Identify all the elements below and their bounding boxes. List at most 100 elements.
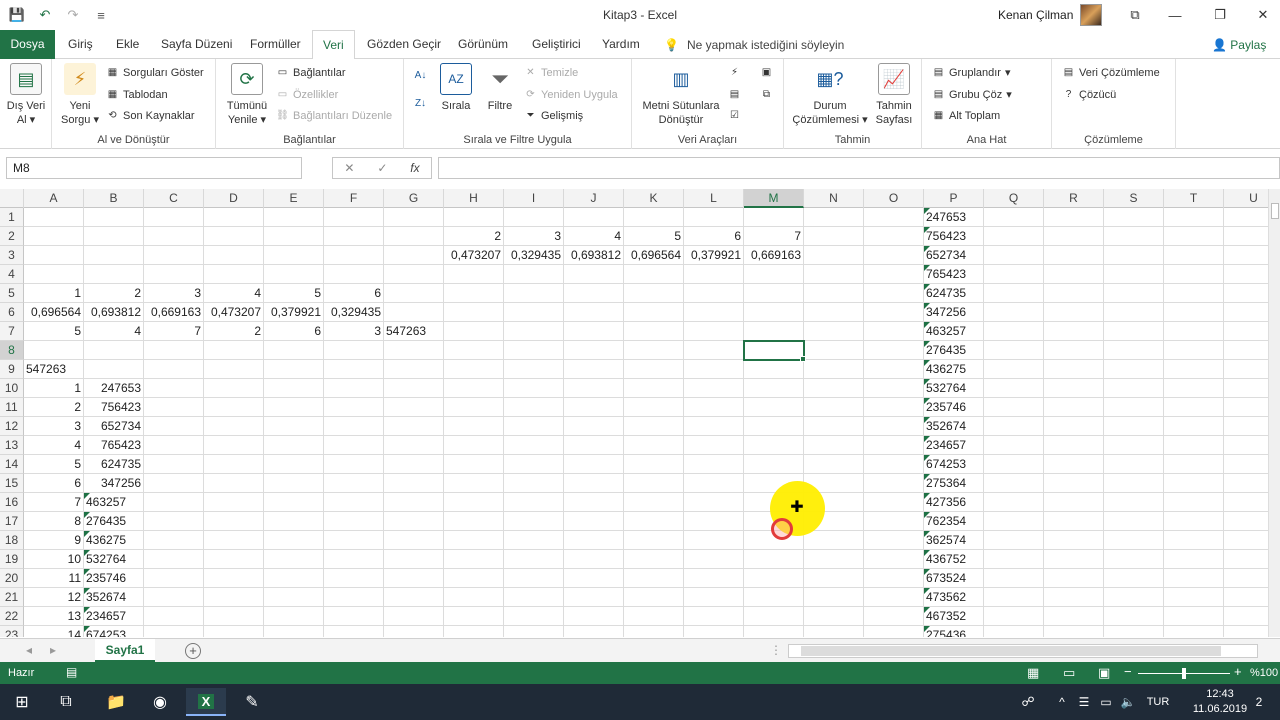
cell-k2[interactable]: 5 bbox=[624, 227, 684, 246]
cell-p23[interactable]: 275436 bbox=[924, 626, 984, 637]
veri-cozumleme-button[interactable]: ▤ Veri Çözümleme bbox=[1062, 66, 1160, 79]
cell-p6[interactable]: 347256 bbox=[924, 303, 984, 322]
row-header-23[interactable]: 23 bbox=[0, 626, 24, 637]
cell-p11[interactable]: 235746 bbox=[924, 398, 984, 417]
error-indicator-icon[interactable] bbox=[924, 341, 930, 347]
cell-p17[interactable]: 762354 bbox=[924, 512, 984, 531]
yeniden-uygula-button[interactable]: ⟳ Yeniden Uygula bbox=[524, 88, 617, 101]
relationships-button[interactable]: ⧉ bbox=[760, 88, 773, 101]
cell-a22[interactable]: 13 bbox=[24, 607, 84, 626]
cell-p10[interactable]: 532764 bbox=[924, 379, 984, 398]
error-indicator-icon[interactable] bbox=[924, 588, 930, 594]
row-header-5[interactable]: 5 bbox=[0, 284, 24, 303]
row-header-16[interactable]: 16 bbox=[0, 493, 24, 512]
column-header-m[interactable]: M bbox=[744, 189, 804, 208]
row-header-10[interactable]: 10 bbox=[0, 379, 24, 398]
column-header-c[interactable]: C bbox=[144, 189, 204, 208]
zoom-level[interactable]: %100 bbox=[1250, 667, 1278, 679]
cell-p21[interactable]: 473562 bbox=[924, 588, 984, 607]
column-header-n[interactable]: N bbox=[804, 189, 864, 208]
cell-b7[interactable]: 4 bbox=[84, 322, 144, 341]
undo-icon[interactable]: ↶ bbox=[36, 6, 54, 24]
row-header-20[interactable]: 20 bbox=[0, 569, 24, 588]
error-indicator-icon[interactable] bbox=[84, 531, 90, 537]
enter-icon[interactable]: ✓ bbox=[377, 161, 387, 175]
row-header-17[interactable]: 17 bbox=[0, 512, 24, 531]
windows-start-icon[interactable]: ⊞ bbox=[2, 688, 42, 716]
clock[interactable]: 12:43 11.06.2019 bbox=[1190, 687, 1250, 717]
row-header-9[interactable]: 9 bbox=[0, 360, 24, 379]
cell-p5[interactable]: 624735 bbox=[924, 284, 984, 303]
cell-p9[interactable]: 436275 bbox=[924, 360, 984, 379]
error-indicator-icon[interactable] bbox=[84, 588, 90, 594]
error-indicator-icon[interactable] bbox=[924, 227, 930, 233]
cell-a11[interactable]: 2 bbox=[24, 398, 84, 417]
row-header-21[interactable]: 21 bbox=[0, 588, 24, 607]
error-indicator-icon[interactable] bbox=[84, 607, 90, 613]
error-indicator-icon[interactable] bbox=[924, 569, 930, 575]
avatar[interactable] bbox=[1080, 4, 1102, 26]
cell-p18[interactable]: 362574 bbox=[924, 531, 984, 550]
cell-p4[interactable]: 765423 bbox=[924, 265, 984, 284]
cell-b16[interactable]: 463257 bbox=[84, 493, 144, 512]
row-header-8[interactable]: 8 bbox=[0, 341, 24, 360]
error-indicator-icon[interactable] bbox=[84, 550, 90, 556]
cell-h2[interactable]: 2 bbox=[444, 227, 504, 246]
error-indicator-icon[interactable] bbox=[924, 208, 930, 214]
row-header-19[interactable]: 19 bbox=[0, 550, 24, 569]
cell-b10[interactable]: 247653 bbox=[84, 379, 144, 398]
page-layout-icon[interactable]: ▭ bbox=[1063, 665, 1075, 681]
cell-p1[interactable]: 247653 bbox=[924, 208, 984, 227]
vertical-scroll-thumb[interactable] bbox=[1271, 203, 1279, 219]
cell-a23[interactable]: 14 bbox=[24, 626, 84, 637]
cell-d5[interactable]: 4 bbox=[204, 284, 264, 303]
cell-f5[interactable]: 6 bbox=[324, 284, 384, 303]
column-header-o[interactable]: O bbox=[864, 189, 924, 208]
tab-split-handle-icon[interactable]: ⋮ bbox=[770, 643, 782, 657]
cell-a16[interactable]: 7 bbox=[24, 493, 84, 512]
error-indicator-icon[interactable] bbox=[924, 607, 930, 613]
tahmin-sayfasi-button[interactable]: 📈 Tahmin Sayfası bbox=[872, 63, 916, 127]
row-header-18[interactable]: 18 bbox=[0, 531, 24, 550]
column-header-d[interactable]: D bbox=[204, 189, 264, 208]
redo-icon[interactable]: ↷ bbox=[64, 6, 82, 24]
column-header-r[interactable]: R bbox=[1044, 189, 1104, 208]
cell-p16[interactable]: 427356 bbox=[924, 493, 984, 512]
dis-veri-al-button[interactable]: ▤ Dış Veri Al ▾ bbox=[4, 63, 48, 127]
cell-b22[interactable]: 234657 bbox=[84, 607, 144, 626]
cell-d7[interactable]: 2 bbox=[204, 322, 264, 341]
tablodan-button[interactable]: ▦ Tablodan bbox=[106, 88, 168, 101]
column-header-j[interactable]: J bbox=[564, 189, 624, 208]
cell-g7[interactable]: 547263 bbox=[384, 322, 444, 341]
error-indicator-icon[interactable] bbox=[924, 322, 930, 328]
chrome-icon[interactable]: ◉ bbox=[140, 688, 180, 716]
yeni-sorgu-button[interactable]: ⚡ Yeni Sorgu ▾ bbox=[58, 63, 102, 127]
row-header-13[interactable]: 13 bbox=[0, 436, 24, 455]
error-indicator-icon[interactable] bbox=[924, 512, 930, 518]
column-header-g[interactable]: G bbox=[384, 189, 444, 208]
cell-a6[interactable]: 0,696564 bbox=[24, 303, 84, 322]
row-header-3[interactable]: 3 bbox=[0, 246, 24, 265]
cell-p3[interactable]: 652734 bbox=[924, 246, 984, 265]
cell-p13[interactable]: 234657 bbox=[924, 436, 984, 455]
row-header-1[interactable]: 1 bbox=[0, 208, 24, 227]
cell-a20[interactable]: 11 bbox=[24, 569, 84, 588]
error-indicator-icon[interactable] bbox=[924, 303, 930, 309]
tab-giris[interactable]: Giriş bbox=[58, 30, 103, 59]
cell-p14[interactable]: 674253 bbox=[924, 455, 984, 474]
vertical-scrollbar[interactable] bbox=[1268, 189, 1280, 637]
cell-a13[interactable]: 4 bbox=[24, 436, 84, 455]
minimize-icon[interactable]: — bbox=[1160, 4, 1190, 26]
column-header-k[interactable]: K bbox=[624, 189, 684, 208]
cell-b23[interactable]: 674253 bbox=[84, 626, 144, 637]
cell-b13[interactable]: 765423 bbox=[84, 436, 144, 455]
gelismis-button[interactable]: ⏷ Gelişmiş bbox=[524, 109, 584, 122]
cell-a17[interactable]: 8 bbox=[24, 512, 84, 531]
cell-e7[interactable]: 6 bbox=[264, 322, 324, 341]
durum-cozumlemesi-button[interactable]: ▦? Durum Çözümlemesi ▾ bbox=[790, 63, 870, 127]
cell-b12[interactable]: 652734 bbox=[84, 417, 144, 436]
cell-f6[interactable]: 0,329435 bbox=[324, 303, 384, 322]
cell-h3[interactable]: 0,473207 bbox=[444, 246, 504, 265]
cell-a5[interactable]: 1 bbox=[24, 284, 84, 303]
zoom-slider-thumb[interactable] bbox=[1182, 668, 1186, 679]
